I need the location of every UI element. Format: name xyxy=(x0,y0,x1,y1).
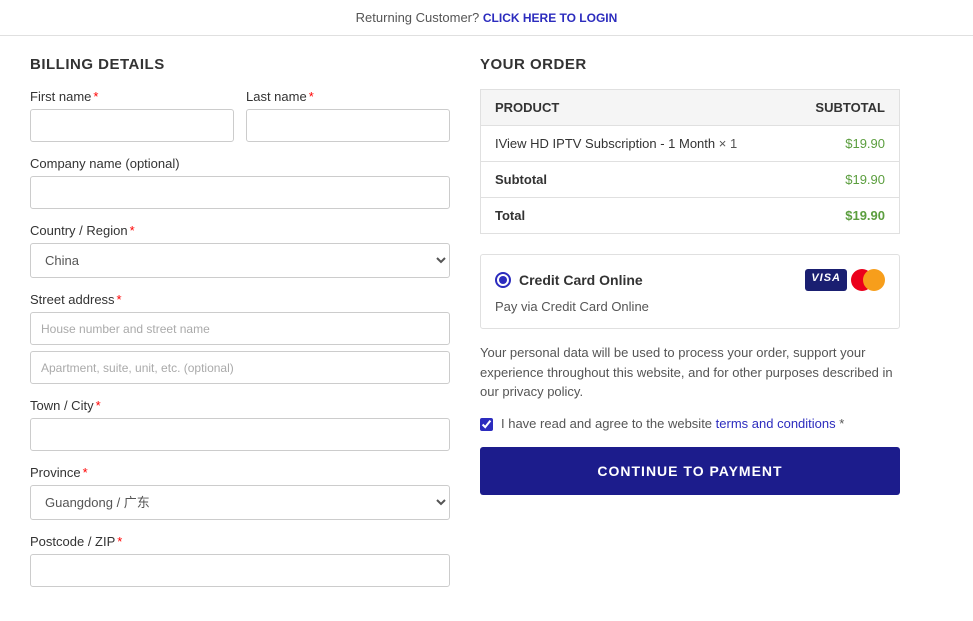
postcode-input[interactable] xyxy=(30,554,450,587)
agree-checkbox[interactable] xyxy=(480,418,493,431)
agree-row: I have read and agree to the website ter… xyxy=(480,416,900,431)
col-subtotal: Subtotal xyxy=(788,90,899,126)
returning-customer-text: Returning Customer? xyxy=(356,10,480,25)
product-qty: × 1 xyxy=(719,136,737,151)
payment-header: Credit Card Online VISA xyxy=(495,269,885,291)
payment-description: Pay via Credit Card Online xyxy=(495,299,885,314)
product-name: IView HD IPTV Subscription - 1 Month xyxy=(495,136,715,151)
first-name-label: First name* xyxy=(30,89,234,104)
total-label-cell: Total xyxy=(481,198,789,234)
order-table: Product Subtotal IView HD IPTV Subscript… xyxy=(480,89,900,234)
mc-orange-circle xyxy=(863,269,885,291)
street-input-1[interactable] xyxy=(30,312,450,345)
subtotal-row: Subtotal $19.90 xyxy=(481,162,900,198)
subtotal-value-cell: $19.90 xyxy=(788,162,899,198)
payment-method-label: Credit Card Online xyxy=(519,272,643,288)
payment-card-icons: VISA xyxy=(805,269,885,291)
login-link[interactable]: Click here to login xyxy=(483,11,617,25)
agree-text: I have read and agree to the website ter… xyxy=(501,416,844,431)
company-label: Company name (optional) xyxy=(30,156,450,171)
province-label: Province* xyxy=(30,465,450,480)
product-name-cell: IView HD IPTV Subscription - 1 Month × 1 xyxy=(481,126,789,162)
street-group: Street address* xyxy=(30,292,450,384)
order-section: Your Order Product Subtotal IView HD IPT… xyxy=(480,56,900,601)
street-label: Street address* xyxy=(30,292,450,307)
total-value-cell: $19.90 xyxy=(788,198,899,234)
country-group: Country / Region* China xyxy=(30,223,450,278)
last-name-label: Last name* xyxy=(246,89,450,104)
last-name-input[interactable] xyxy=(246,109,450,142)
city-label: Town / City* xyxy=(30,398,450,413)
company-input[interactable] xyxy=(30,176,450,209)
billing-section: Billing Details First name* Last name* C… xyxy=(30,56,450,601)
terms-link[interactable]: terms and conditions xyxy=(716,416,836,431)
city-group: Town / City* xyxy=(30,398,450,451)
last-name-group: Last name* xyxy=(246,89,450,142)
province-group: Province* Guangdong / 广东 xyxy=(30,465,450,520)
payment-radio-inner xyxy=(499,276,507,284)
first-name-input[interactable] xyxy=(30,109,234,142)
postcode-group: Postcode / ZIP* xyxy=(30,534,450,587)
mastercard-icon xyxy=(851,269,885,291)
postcode-label: Postcode / ZIP* xyxy=(30,534,450,549)
country-label: Country / Region* xyxy=(30,223,450,238)
privacy-text: Your personal data will be used to proce… xyxy=(480,343,900,402)
visa-icon: VISA xyxy=(805,269,847,291)
col-product: Product xyxy=(481,90,789,126)
subtotal-label-cell: Subtotal xyxy=(481,162,789,198)
first-name-group: First name* xyxy=(30,89,234,142)
order-title: Your Order xyxy=(480,56,900,73)
province-select[interactable]: Guangdong / 广东 xyxy=(30,485,450,520)
payment-method-box: Credit Card Online VISA Pay via Credit C… xyxy=(480,254,900,329)
billing-title: Billing Details xyxy=(30,56,450,73)
product-subtotal-cell: $19.90 xyxy=(788,126,899,162)
payment-radio-icon[interactable] xyxy=(495,272,511,288)
product-row: IView HD IPTV Subscription - 1 Month × 1… xyxy=(481,126,900,162)
company-group: Company name (optional) xyxy=(30,156,450,209)
country-select[interactable]: China xyxy=(30,243,450,278)
total-row: Total $19.90 xyxy=(481,198,900,234)
continue-payment-button[interactable]: Continue to Payment xyxy=(480,447,900,495)
order-table-header: Product Subtotal xyxy=(481,90,900,126)
payment-label-left: Credit Card Online xyxy=(495,272,643,288)
top-bar: Returning Customer? Click here to login xyxy=(0,0,973,36)
city-input[interactable] xyxy=(30,418,450,451)
street-input-2[interactable] xyxy=(30,351,450,384)
subtotal-label: Subtotal xyxy=(495,172,547,187)
name-row: First name* Last name* xyxy=(30,89,450,142)
